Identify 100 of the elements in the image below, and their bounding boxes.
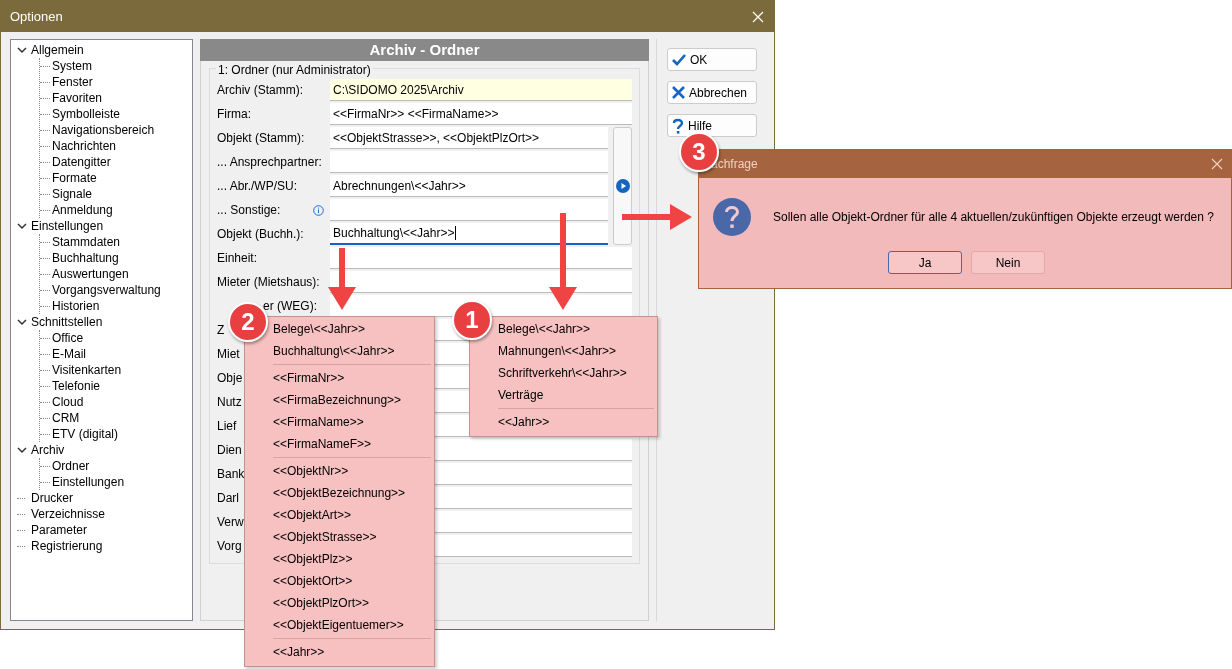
- field-label: Objekt (Buchh.):: [217, 227, 304, 241]
- tree-item[interactable]: CRM: [52, 411, 80, 425]
- menu-item[interactable]: <<FirmaNameF>>: [273, 433, 431, 455]
- tree-item[interactable]: Anmeldung: [52, 203, 113, 217]
- tree-item[interactable]: Signale: [52, 187, 93, 201]
- question-icon: [713, 198, 751, 236]
- text-field[interactable]: C:\SIDOMO 2025\Archiv: [330, 79, 632, 101]
- annotation-arrow: [328, 248, 356, 310]
- tree-item[interactable]: Auswertungen: [52, 267, 129, 281]
- menu-item[interactable]: Buchhaltung\<<Jahr>>: [273, 340, 431, 362]
- tree-item[interactable]: Parameter: [31, 523, 88, 537]
- field-label: Mieter (Mietshaus):: [217, 275, 320, 289]
- chevron-down-icon[interactable]: [17, 318, 27, 326]
- menu-item[interactable]: <<ObjektEigentuemer>>: [273, 614, 431, 636]
- menu-item[interactable]: <<FirmaBezeichnung>>: [273, 389, 431, 411]
- tree-item[interactable]: E-Mail: [52, 347, 86, 361]
- menu-item[interactable]: Verträge: [498, 384, 654, 406]
- field-label: ... Abr./WP/SU:: [217, 179, 298, 193]
- field-label: Vorg: [217, 539, 242, 553]
- dialog-button[interactable]: Nein: [971, 251, 1045, 274]
- tree-item[interactable]: Stammdaten: [52, 235, 121, 249]
- ok-button[interactable]: OK: [667, 48, 757, 71]
- chevron-down-icon[interactable]: [17, 46, 27, 54]
- tree-item[interactable]: ETV (digital): [52, 427, 119, 441]
- tree-item[interactable]: System: [52, 59, 92, 73]
- menu-item[interactable]: <<ObjektOrt>>: [273, 570, 431, 592]
- tree-item[interactable]: Einstellungen: [31, 219, 104, 233]
- info-icon[interactable]: [313, 204, 324, 216]
- tree-item[interactable]: Registrierung: [31, 539, 103, 553]
- tree-item[interactable]: Datengitter: [52, 155, 111, 169]
- tree-item[interactable]: Office: [52, 331, 84, 345]
- text-field[interactable]: [330, 247, 632, 269]
- field-label: Verw: [217, 515, 244, 529]
- tree-item[interactable]: Favoriten: [52, 91, 103, 105]
- field-label: er (WEG):: [262, 299, 317, 313]
- text-field[interactable]: Abrechnungen\<<Jahr>>: [330, 175, 608, 197]
- field-label: Objekt (Stamm):: [217, 131, 305, 145]
- tree-item[interactable]: Schnittstellen: [31, 315, 103, 329]
- text-field[interactable]: <<ObjektStrasse>>, <<ObjektPlzOrt>>: [330, 127, 608, 149]
- menu-item[interactable]: <<ObjektStrasse>>: [273, 526, 431, 548]
- menu-item[interactable]: Mahnungen\<<Jahr>>: [498, 340, 654, 362]
- tree-item[interactable]: Telefonie: [52, 379, 101, 393]
- field-label: Lief: [217, 419, 237, 433]
- text-field[interactable]: <<FirmaNr>> <<FirmaName>>: [330, 103, 632, 125]
- field-label: Nutz: [217, 395, 242, 409]
- help-button[interactable]: Hilfe: [667, 114, 757, 137]
- annotation-arrow: [622, 204, 692, 230]
- text-field[interactable]: [330, 199, 608, 221]
- tree-item[interactable]: Drucker: [31, 491, 73, 505]
- tree-item[interactable]: Vorgangsverwaltung: [52, 283, 161, 297]
- tree-item[interactable]: Fenster: [52, 75, 93, 89]
- field-label: Miet: [217, 347, 240, 361]
- menu-item[interactable]: <<Jahr>>: [273, 641, 431, 663]
- chevron-down-icon[interactable]: [17, 446, 27, 454]
- menu-item[interactable]: <<FirmaNr>>: [273, 367, 431, 389]
- help-icon: [672, 117, 684, 134]
- field-label: ... Sonstige:: [217, 203, 281, 217]
- chevron-down-icon[interactable]: [17, 222, 27, 230]
- close-icon[interactable]: [1211, 158, 1223, 170]
- field-label: Obje: [217, 371, 243, 385]
- cancel-button[interactable]: Abbrechen: [667, 81, 757, 104]
- menu-item[interactable]: <<ObjektNr>>: [273, 460, 431, 482]
- tree-item[interactable]: Buchhaltung: [52, 251, 119, 265]
- tree-item[interactable]: Allgemein: [31, 43, 84, 57]
- tree-item[interactable]: Ordner: [52, 459, 90, 473]
- menu-item[interactable]: Belege\<<Jahr>>: [273, 318, 431, 340]
- menu-item[interactable]: <<ObjektArt>>: [273, 504, 431, 526]
- field-label: Dien: [217, 443, 242, 457]
- tree-item[interactable]: Symbolleiste: [52, 107, 121, 121]
- menu-item[interactable]: Belege\<<Jahr>>: [498, 318, 654, 340]
- group-title: 1: Ordner (nur Administrator): [216, 63, 373, 77]
- tree-item[interactable]: Archiv: [31, 443, 65, 457]
- field-label: Darl: [217, 491, 239, 505]
- tree-item[interactable]: Historien: [52, 299, 100, 313]
- field-label: Z: [217, 323, 225, 337]
- field-label: Firma:: [217, 107, 251, 121]
- tree-item[interactable]: Navigationsbereich: [52, 123, 155, 137]
- menu-item[interactable]: <<ObjektBezeichnung>>: [273, 482, 431, 504]
- field-label: Einheit:: [217, 251, 258, 265]
- panel-header: Archiv - Ordner: [200, 39, 649, 61]
- tree-item[interactable]: Visitenkarten: [52, 363, 122, 377]
- text-field[interactable]: Buchhaltung\<<Jahr>>: [330, 223, 608, 245]
- tree-item[interactable]: Cloud: [52, 395, 84, 409]
- field-label: ... Ansprechpartner:: [217, 155, 322, 169]
- menu-item[interactable]: Schriftverkehr\<<Jahr>>: [498, 362, 654, 384]
- tree-item[interactable]: Einstellungen: [52, 475, 125, 489]
- tree-item[interactable]: Verzeichnisse: [31, 507, 106, 521]
- dialog-message: Sollen alle Objekt-Ordner für alle 4 aktuellen/zukünftigen Objekte erzeugt werden ?: [773, 210, 1214, 224]
- menu-item[interactable]: <<Jahr>>: [498, 411, 654, 433]
- dialog-button[interactable]: Ja: [888, 251, 962, 274]
- menu-item[interactable]: <<FirmaName>>: [273, 411, 431, 433]
- cross-icon: [672, 86, 685, 99]
- tree-item[interactable]: Formate: [52, 171, 97, 185]
- tree-item[interactable]: Nachrichten: [52, 139, 117, 153]
- check-icon: [672, 53, 686, 66]
- menu-item[interactable]: <<ObjektPlzOrt>>: [273, 592, 431, 614]
- insert-button[interactable]: [613, 127, 632, 245]
- text-field[interactable]: [330, 271, 632, 293]
- text-field[interactable]: [330, 151, 608, 173]
- menu-item[interactable]: <<ObjektPlz>>: [273, 548, 431, 570]
